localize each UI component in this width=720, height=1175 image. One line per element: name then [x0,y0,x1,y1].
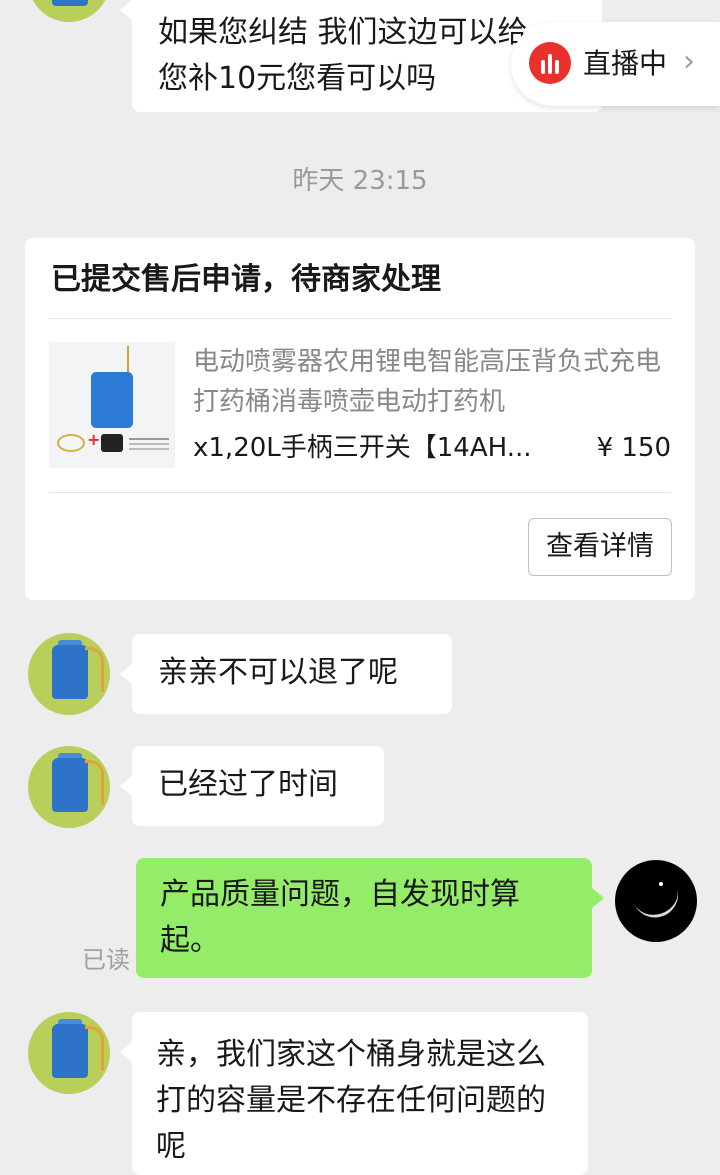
message-bubble-self[interactable]: 产品质量问题，自发现时算起。 [136,858,604,978]
merchant-avatar[interactable] [28,0,110,22]
view-details-button[interactable]: 查看详情 [528,518,672,576]
divider [49,492,671,493]
merchant-avatar[interactable] [28,633,110,715]
merchant-avatar[interactable] [28,1012,110,1094]
card-title: 已提交售后申请，待商家处理 [51,262,441,297]
user-avatar[interactable] [615,860,697,942]
read-status: 已读 [82,946,130,974]
merchant-avatar[interactable] [28,746,110,828]
live-label: 直播中 [583,47,668,80]
live-icon [529,42,571,84]
chevron-right-icon: › [683,44,695,79]
timestamp: 昨天 23:15 [292,166,428,196]
product-image[interactable]: + [49,342,175,468]
message-text: 已经过了时间 [158,767,338,802]
message-bubble[interactable]: 已经过了时间 [120,746,384,826]
message-bubble[interactable]: 亲，我们家这个桶身就是这么打的容量是不存在任何问题的呢 [120,1012,588,1175]
message-bubble[interactable]: 亲亲不可以退了呢 [120,634,452,714]
message-text: 亲，我们家这个桶身就是这么打的容量是不存在任何问题的呢 [156,1037,546,1164]
product-name: 电动喷雾器农用锂电智能高压背负式充电打药桶消毒喷壶电动打药机 [193,347,662,417]
live-streaming-button[interactable]: 直播中 › [511,22,720,106]
message-text: 亲亲不可以退了呢 [158,655,398,690]
product-spec: x1,20L手柄三开关【14AH... [193,433,532,463]
divider [49,318,671,319]
message-text: 产品质量问题，自发现时算起。 [160,877,520,958]
aftersale-card[interactable]: 已提交售后申请，待商家处理 + 电动喷雾器农用锂电智能高压背负式充电打药桶消毒喷… [25,238,695,600]
product-price: ¥ 150 [596,433,671,463]
